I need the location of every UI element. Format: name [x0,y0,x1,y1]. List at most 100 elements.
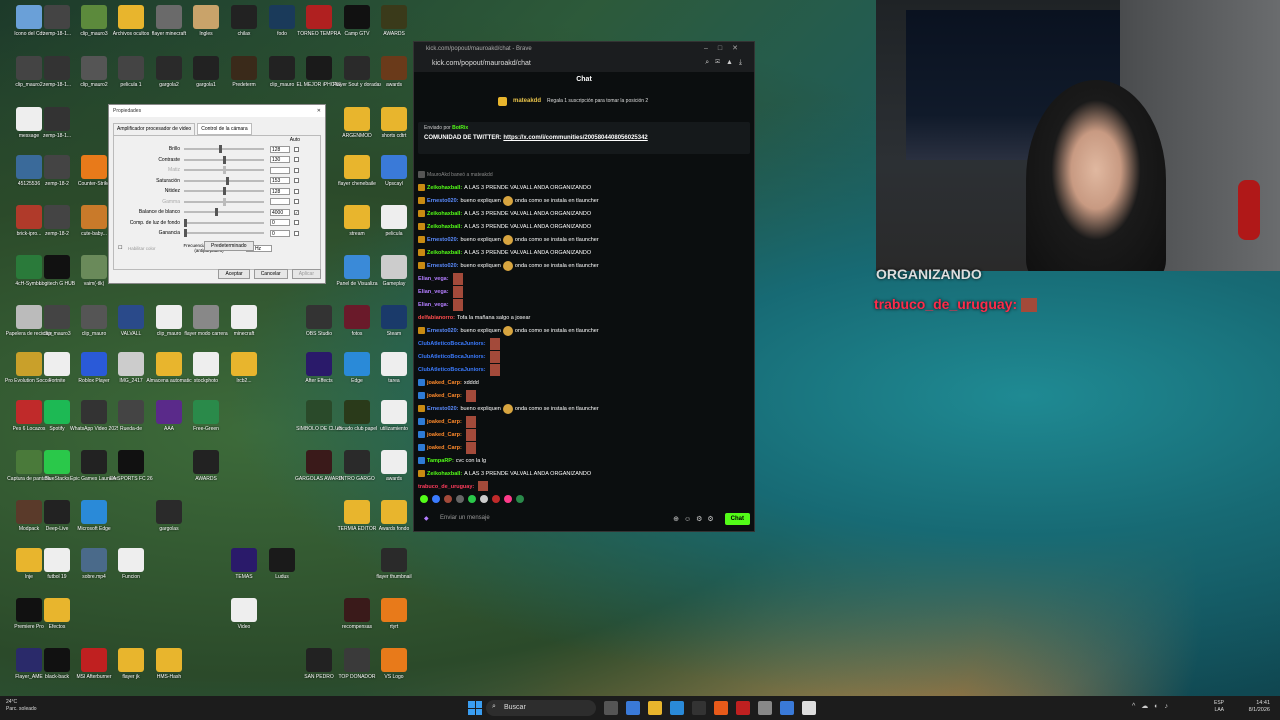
property-slider[interactable] [184,218,264,227]
desktop-icon[interactable]: Awards fondo [370,500,418,546]
chat-message[interactable]: Ernesto020: bueno expliquen onda como se i… [418,194,748,207]
property-slider[interactable] [184,145,264,153]
pinned-link[interactable]: https://x.com/i/communities/200580440805… [503,135,647,141]
desktop-icon[interactable]: Video [220,598,268,644]
chat-username[interactable]: joaked_Carp: [427,419,462,425]
desktop-icon[interactable]: utilizamiento [370,400,418,446]
property-slider[interactable] [184,229,264,237]
app-icon[interactable] [780,701,794,715]
chat-username[interactable]: joaked_Carp: [427,393,462,399]
desktop-icon[interactable]: awards [370,450,418,496]
cancel-button[interactable]: Cancelar [253,269,288,279]
chat-input[interactable]: ◆ Enviar un mensaje [418,512,674,526]
slider-knob[interactable] [222,187,226,195]
send-chat-button[interactable]: Chat [724,513,750,525]
slider-knob[interactable] [184,229,187,237]
emote-icon[interactable] [468,495,476,503]
slider-knob[interactable] [222,155,226,164]
slider-knob[interactable] [218,145,222,153]
chat-username[interactable]: delfabianorro: [418,315,455,321]
enable-color-checkbox[interactable]: ☐ [118,245,128,251]
start-button[interactable] [468,701,482,715]
slider-knob[interactable] [214,208,218,216]
chat-message[interactable]: Ernesto020: bueno expliquen onda como se i… [418,233,748,246]
emote-icon[interactable] [432,495,440,503]
property-value[interactable]: 153 [270,177,290,184]
chat-username[interactable]: Ernesto020: [427,328,459,334]
chat-username[interactable]: Zeikohaxball: [427,211,462,217]
weather-widget[interactable]: 24°C Parc. soleado [6,699,37,713]
emote-quickbar[interactable] [420,495,524,505]
chat-username[interactable]: joaked_Carp: [427,432,462,438]
desktop-icon[interactable]: flayer thumbnail [370,548,418,594]
app-icon[interactable] [736,701,750,715]
chat-message[interactable]: Ernesto020: bueno expliquen onda como se i… [418,324,748,337]
chat-username[interactable]: Elian_vega: [418,276,449,282]
edge-icon[interactable] [670,701,684,715]
explorer-icon[interactable] [648,701,662,715]
desktop-icon[interactable]: rtyrt [370,598,418,644]
address-bar[interactable]: kick.com/popout/mauroakd/chat ⌕✉▲⤓ [414,56,754,72]
chat-message[interactable]: joaked_Carp: [418,428,748,441]
auto-checkbox[interactable] [294,199,299,204]
desktop-icon[interactable]: Pes 6 Locazos [5,400,53,446]
auto-checkbox[interactable] [294,146,299,152]
auto-checkbox[interactable] [294,178,299,183]
chat-message[interactable]: delfabianorro: Tofa la mañana salgo a jos… [418,311,748,324]
property-slider[interactable] [184,166,264,174]
language-indicator[interactable]: ESP LAA [1214,700,1224,714]
desktop-icon[interactable]: EA SPORTS FC 26 [107,450,155,496]
chat-message[interactable]: ClubAtleticoBocaJuniors: [418,337,748,350]
emote-icon[interactable] [420,495,428,503]
chat-message[interactable]: Elian_vega: [418,272,748,285]
chat-feed[interactable]: MauroAkd baneó a mateakdd Zeikohaxball: A… [418,168,748,491]
property-value[interactable]: 128 [270,187,290,195]
clock[interactable]: 14:41 8/1/2026 [1249,700,1270,714]
property-value[interactable] [270,198,290,205]
desktop-icon[interactable]: gargolas [145,500,193,546]
desktop-icon[interactable]: zemp-18-1... [33,107,81,153]
chat-username[interactable]: Ernesto020: [427,237,459,243]
close-icon[interactable]: ✕ [317,108,321,114]
chat-username[interactable]: joaked_Carp: [427,380,462,386]
desktop-icon[interactable]: shorts cdtrt [370,107,418,153]
chat-tools-icons[interactable]: ⊕☺⚙⚙ [673,515,719,523]
app-icon[interactable] [758,701,772,715]
gift-sub-banner[interactable]: mateakdd Regala 1 suscripción para tomar… [414,90,754,112]
desktop-icon[interactable]: Funcion [107,548,155,594]
desktop-icon[interactable]: Gameplay [370,255,418,301]
chat-username[interactable]: Elian_vega: [418,302,449,308]
chat-message[interactable]: Zeikohaxball: A LAS 3 PRENDE VALVALL ANDA… [418,207,748,220]
chat-username[interactable]: Zeikohaxball: [427,224,462,230]
chat-username[interactable]: Ernesto020: [427,263,459,269]
chat-message[interactable]: Elian_vega: [418,298,748,311]
chat-message[interactable]: Elian_vega: [418,285,748,298]
tab-video-amp[interactable]: Amplificador procesador de video [113,123,196,135]
chat-message[interactable]: joaked_Carp: xdddd [418,376,748,389]
auto-checkbox[interactable] [294,220,299,225]
chat-message[interactable]: Zeikohaxball: A LAS 3 PRENDE VALVALL ANDA… [418,181,748,194]
chat-message[interactable]: Ernesto020: bueno expliquen onda como se i… [418,259,748,272]
emote-icon[interactable] [480,495,488,503]
emote-icon[interactable] [444,495,452,503]
app-icon[interactable] [626,701,640,715]
property-slider[interactable] [184,176,264,185]
auto-checkbox[interactable] [294,230,299,236]
browser-tools-icons[interactable]: ⌕✉▲⤓ [705,59,748,67]
chat-username[interactable]: Ernesto020: [427,406,459,412]
chat-username[interactable]: Elian_vega: [418,289,449,295]
desktop-icon[interactable]: Upscayl [370,155,418,201]
chat-username[interactable]: ClubAtleticoBocaJuniors: [418,341,486,347]
emote-icon[interactable] [492,495,500,503]
slider-knob[interactable] [222,197,226,206]
chat-message[interactable]: joaked_Carp: [418,415,748,428]
emote-icon[interactable] [516,495,524,503]
chat-message[interactable]: Ernesto020: bueno expliquen onda como se i… [418,402,748,415]
auto-checkbox[interactable] [294,157,299,162]
accept-button[interactable]: Aceptar [218,269,250,279]
task-view-icon[interactable] [604,701,618,715]
pinned-message[interactable]: Enviado por BotRix COMUNIDAD DE TWITTER:… [418,122,750,154]
chat-message[interactable]: joaked_Carp: [418,389,748,402]
desktop-icon[interactable]: awards [370,56,418,102]
property-slider[interactable] [184,197,264,206]
